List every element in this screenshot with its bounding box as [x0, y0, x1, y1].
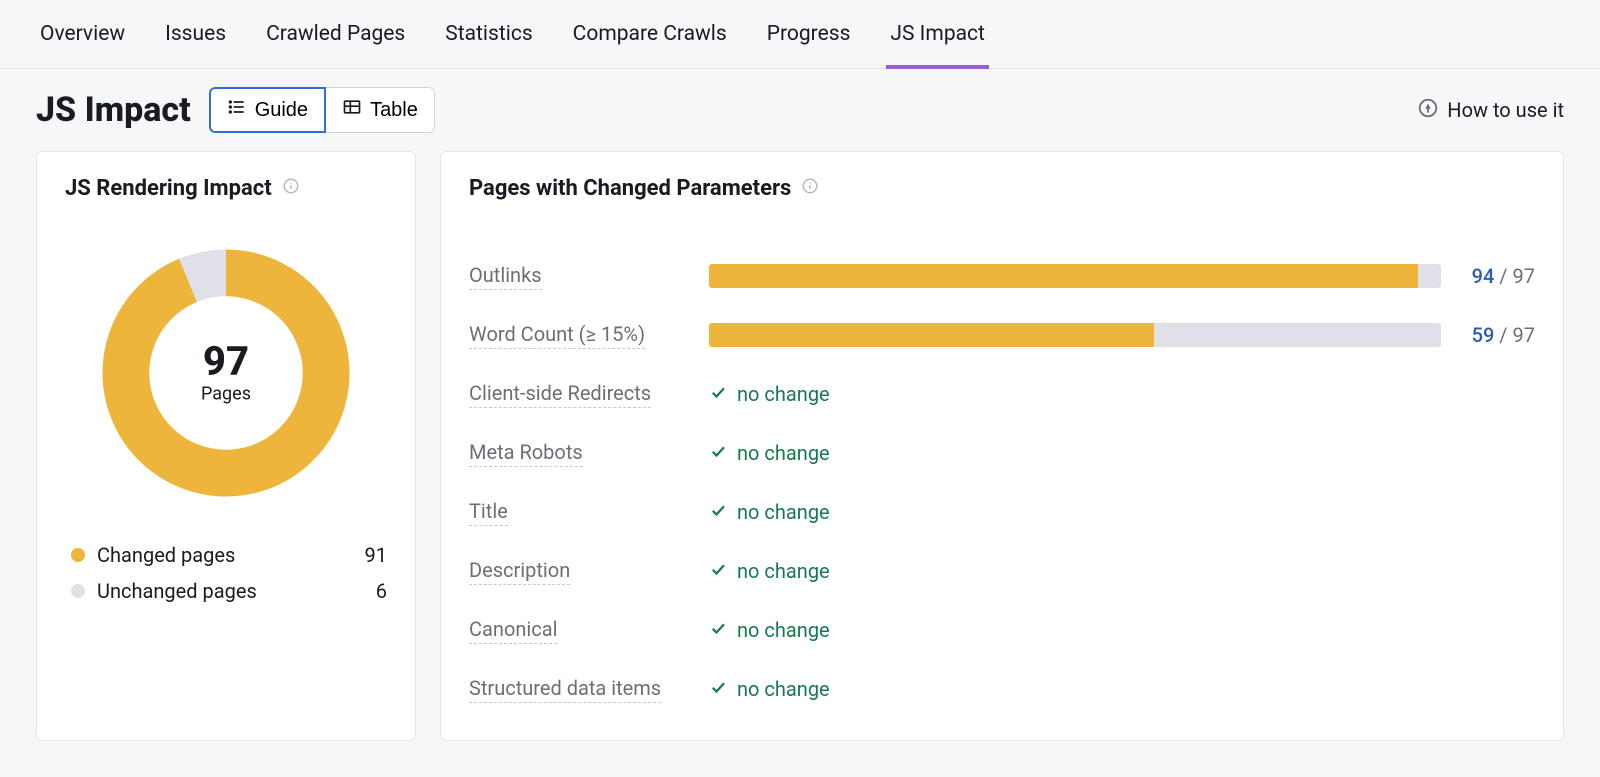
- bar-numbers: 59 / 97: [1461, 323, 1535, 347]
- check-icon: [709, 618, 727, 642]
- legend-row-changed-pages[interactable]: Changed pages91: [71, 537, 387, 573]
- view-guide-label: Guide: [255, 99, 308, 122]
- param-bar: 94 / 97: [709, 264, 1535, 288]
- content-cards: JS Rendering Impact 97 Pages Changed pag…: [0, 151, 1600, 777]
- no-change-indicator: no change: [709, 500, 830, 524]
- view-guide-button[interactable]: Guide: [209, 87, 326, 133]
- no-change-indicator: no change: [709, 677, 830, 701]
- no-change-text: no change: [737, 677, 830, 701]
- bar-fill: [709, 264, 1418, 288]
- card-title-left: JS Rendering Impact: [65, 176, 387, 201]
- view-toggle: Guide Table: [209, 87, 435, 133]
- donut-center: 97 Pages: [201, 342, 251, 405]
- changed-params-card: Pages with Changed Parameters Outlinks 94…: [440, 151, 1564, 741]
- donut-label: Pages: [201, 384, 251, 405]
- no-change-text: no change: [737, 382, 830, 406]
- tab-compare-crawls[interactable]: Compare Crawls: [569, 0, 731, 68]
- page-header: JS Impact Guide Table How: [0, 69, 1600, 151]
- no-change-indicator: no change: [709, 441, 830, 465]
- table-icon: [342, 97, 362, 123]
- legend-value: 91: [365, 543, 387, 567]
- no-change-indicator: no change: [709, 559, 830, 583]
- no-change-text: no change: [737, 441, 830, 465]
- no-change-indicator: no change: [709, 382, 830, 406]
- param-row-title: Title no change: [469, 485, 1535, 539]
- param-row-client-side-redirects: Client-side Redirects no change: [469, 367, 1535, 421]
- param-row-canonical: Canonical no change: [469, 603, 1535, 657]
- tab-statistics[interactable]: Statistics: [441, 0, 536, 68]
- param-label[interactable]: Title: [469, 499, 508, 526]
- bar-value[interactable]: 59: [1472, 323, 1495, 347]
- param-row-description: Description no change: [469, 544, 1535, 598]
- lightbulb-icon: [1417, 97, 1439, 124]
- tab-js-impact[interactable]: JS Impact: [886, 0, 988, 68]
- check-icon: [709, 559, 727, 583]
- donut-chart: 97 Pages: [65, 219, 387, 527]
- param-list: Outlinks 94 / 97 Word Count (≥ 15%) 59 / 97…: [469, 219, 1535, 716]
- legend-row-unchanged-pages[interactable]: Unchanged pages6: [71, 573, 387, 609]
- param-label[interactable]: Structured data items: [469, 676, 661, 703]
- param-label[interactable]: Word Count (≥ 15%): [469, 322, 645, 349]
- param-label[interactable]: Meta Robots: [469, 440, 583, 467]
- view-table-button[interactable]: Table: [325, 87, 435, 133]
- how-to-use-link[interactable]: How to use it: [1417, 97, 1564, 124]
- param-label[interactable]: Canonical: [469, 617, 557, 644]
- legend-dot: [71, 548, 85, 562]
- js-rendering-title: JS Rendering Impact: [65, 176, 272, 201]
- check-icon: [709, 382, 727, 406]
- legend-label: Unchanged pages: [97, 579, 376, 603]
- param-row-word-count-15-: Word Count (≥ 15%) 59 / 97: [469, 308, 1535, 362]
- info-icon[interactable]: [801, 176, 819, 201]
- chart-legend: Changed pages91Unchanged pages6: [65, 527, 387, 609]
- info-icon[interactable]: [282, 176, 300, 201]
- no-change-text: no change: [737, 500, 830, 524]
- check-icon: [709, 500, 727, 524]
- bar-value[interactable]: 94: [1472, 264, 1495, 288]
- param-row-structured-data-items: Structured data items no change: [469, 662, 1535, 716]
- donut-total: 97: [201, 342, 251, 382]
- tab-crawled-pages[interactable]: Crawled Pages: [262, 0, 409, 68]
- nav-tabs: Overview Issues Crawled Pages Statistics Com…: [0, 0, 1600, 69]
- bar-fill: [709, 323, 1154, 347]
- bar-track[interactable]: [709, 323, 1441, 347]
- no-change-text: no change: [737, 559, 830, 583]
- view-table-label: Table: [370, 99, 418, 122]
- tab-overview[interactable]: Overview: [36, 0, 129, 68]
- legend-dot: [71, 584, 85, 598]
- bar-numbers: 94 / 97: [1461, 264, 1535, 288]
- changed-params-title: Pages with Changed Parameters: [469, 176, 791, 201]
- how-to-use-label: How to use it: [1447, 98, 1564, 122]
- param-bar: 59 / 97: [709, 323, 1535, 347]
- tab-issues[interactable]: Issues: [161, 0, 230, 68]
- check-icon: [709, 441, 727, 465]
- list-icon: [227, 97, 247, 123]
- card-title-right: Pages with Changed Parameters: [469, 176, 1535, 201]
- js-rendering-card: JS Rendering Impact 97 Pages Changed pag…: [36, 151, 416, 741]
- tab-progress[interactable]: Progress: [763, 0, 855, 68]
- param-label[interactable]: Client-side Redirects: [469, 381, 651, 408]
- legend-value: 6: [376, 579, 387, 603]
- bar-track[interactable]: [709, 264, 1441, 288]
- param-label[interactable]: Description: [469, 558, 570, 585]
- check-icon: [709, 677, 727, 701]
- no-change-text: no change: [737, 618, 830, 642]
- no-change-indicator: no change: [709, 618, 830, 642]
- page-title: JS Impact: [36, 90, 191, 130]
- legend-label: Changed pages: [97, 543, 365, 567]
- param-row-outlinks: Outlinks 94 / 97: [469, 249, 1535, 303]
- param-label[interactable]: Outlinks: [469, 263, 542, 290]
- param-row-meta-robots: Meta Robots no change: [469, 426, 1535, 480]
